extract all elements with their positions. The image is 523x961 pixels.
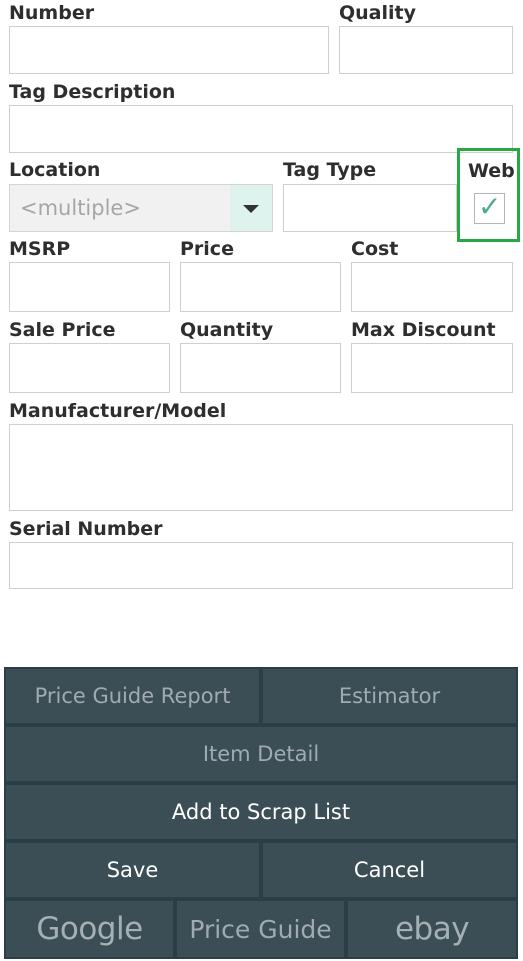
sale-price-label: Sale Price	[9, 319, 116, 341]
price-guide-button[interactable]: Price Guide	[177, 901, 344, 957]
msrp-input[interactable]	[9, 262, 170, 312]
serial-number-input[interactable]	[9, 542, 513, 589]
ebay-button[interactable]: ebay	[348, 901, 516, 957]
add-to-scrap-list-button[interactable]: Add to Scrap List	[6, 785, 516, 839]
tag-description-input[interactable]	[9, 105, 513, 153]
location-value: <multiple>	[20, 196, 141, 220]
location-dropdown[interactable]: <multiple>	[9, 184, 273, 232]
item-detail-button[interactable]: Item Detail	[6, 727, 516, 781]
max-discount-input[interactable]	[351, 343, 513, 393]
quantity-input[interactable]	[180, 343, 341, 393]
msrp-label: MSRP	[9, 238, 71, 260]
tag-type-input[interactable]	[283, 184, 457, 232]
max-discount-label: Max Discount	[351, 319, 496, 341]
manufacturer-model-label: Manufacturer/Model	[9, 400, 227, 422]
action-button-panel: Price Guide Report Estimator Item Detail…	[4, 667, 518, 959]
number-input[interactable]	[9, 26, 329, 74]
cancel-button[interactable]: Cancel	[263, 843, 516, 897]
tag-type-label: Tag Type	[283, 159, 377, 181]
quality-input[interactable]	[339, 26, 513, 74]
location-label: Location	[9, 159, 101, 181]
estimator-button[interactable]: Estimator	[263, 669, 516, 723]
price-input[interactable]	[180, 262, 341, 312]
save-button[interactable]: Save	[6, 843, 259, 897]
chevron-down-icon[interactable]	[230, 185, 272, 231]
check-icon: ✓	[478, 190, 502, 223]
number-label: Number	[9, 2, 95, 24]
web-checkbox[interactable]: ✓	[474, 190, 505, 224]
tag-description-label: Tag Description	[9, 81, 176, 103]
quality-label: Quality	[339, 2, 416, 24]
quantity-label: Quantity	[180, 319, 274, 341]
price-guide-report-button[interactable]: Price Guide Report	[6, 669, 259, 723]
google-button[interactable]: Google	[6, 901, 173, 957]
serial-number-label: Serial Number	[9, 518, 163, 540]
cost-label: Cost	[351, 238, 399, 260]
sale-price-input[interactable]	[9, 343, 170, 393]
manufacturer-model-input[interactable]	[9, 424, 513, 511]
price-label: Price	[180, 238, 234, 260]
cost-input[interactable]	[351, 262, 513, 312]
web-label: Web	[468, 160, 515, 182]
web-highlight-frame: Web ✓	[457, 148, 520, 242]
